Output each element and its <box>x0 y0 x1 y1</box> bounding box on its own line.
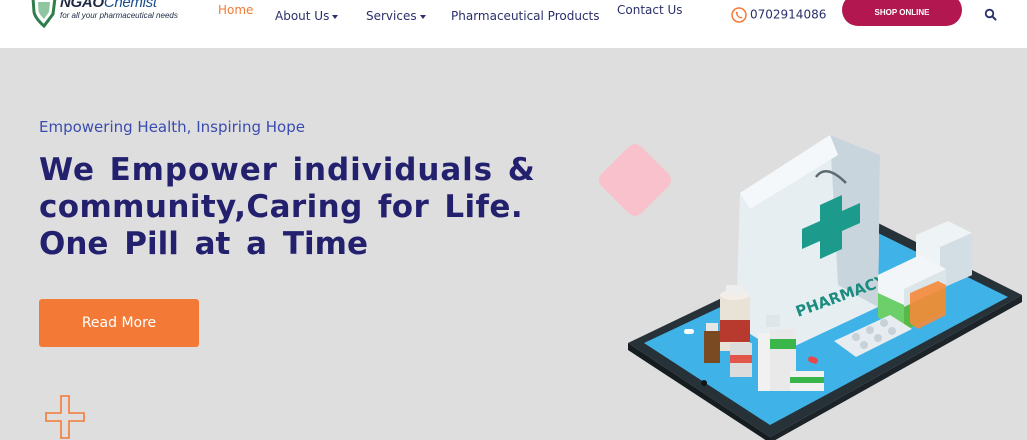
nav-services[interactable]: Services <box>366 9 426 23</box>
phone-icon <box>731 7 747 23</box>
headline-line-3: One Pill at a Time <box>39 226 368 262</box>
logo-tagline: for all your pharmaceutical needs <box>60 11 178 20</box>
plus-decoration-icon <box>45 395 85 439</box>
chevron-down-icon <box>419 14 426 19</box>
nav-pharmaceutical-products[interactable]: Pharmaceutical Products <box>451 9 600 23</box>
hero-headline: We Empower individuals & community,Carin… <box>39 152 536 263</box>
chevron-down-icon <box>332 14 339 19</box>
logo-name: NGAOChemist <box>60 0 157 11</box>
site-header: NGAOChemist for all your pharmaceutical … <box>0 0 1027 48</box>
headline-line-1: We Empower individuals & <box>39 152 536 188</box>
search-icon[interactable] <box>984 8 997 21</box>
nav-about-us[interactable]: About Us <box>275 9 339 23</box>
read-more-button[interactable]: Read More <box>39 299 199 347</box>
shield-logo-icon <box>31 0 57 29</box>
shop-online-button[interactable]: SHOP ONLINE <box>842 0 962 26</box>
phone-contact[interactable]: 0702914086 <box>731 7 826 23</box>
pharmacy-illustration: PHARMACY <box>628 135 1022 440</box>
site-logo[interactable]: NGAOChemist for all your pharmaceutical … <box>30 0 200 30</box>
headline-line-2: community,Caring for Life. <box>39 189 524 225</box>
nav-contact-us[interactable]: Contact Us <box>617 3 683 17</box>
nav-home[interactable]: Home <box>218 3 253 17</box>
hero-tagline: Empowering Health, Inspiring Hope <box>39 118 305 136</box>
